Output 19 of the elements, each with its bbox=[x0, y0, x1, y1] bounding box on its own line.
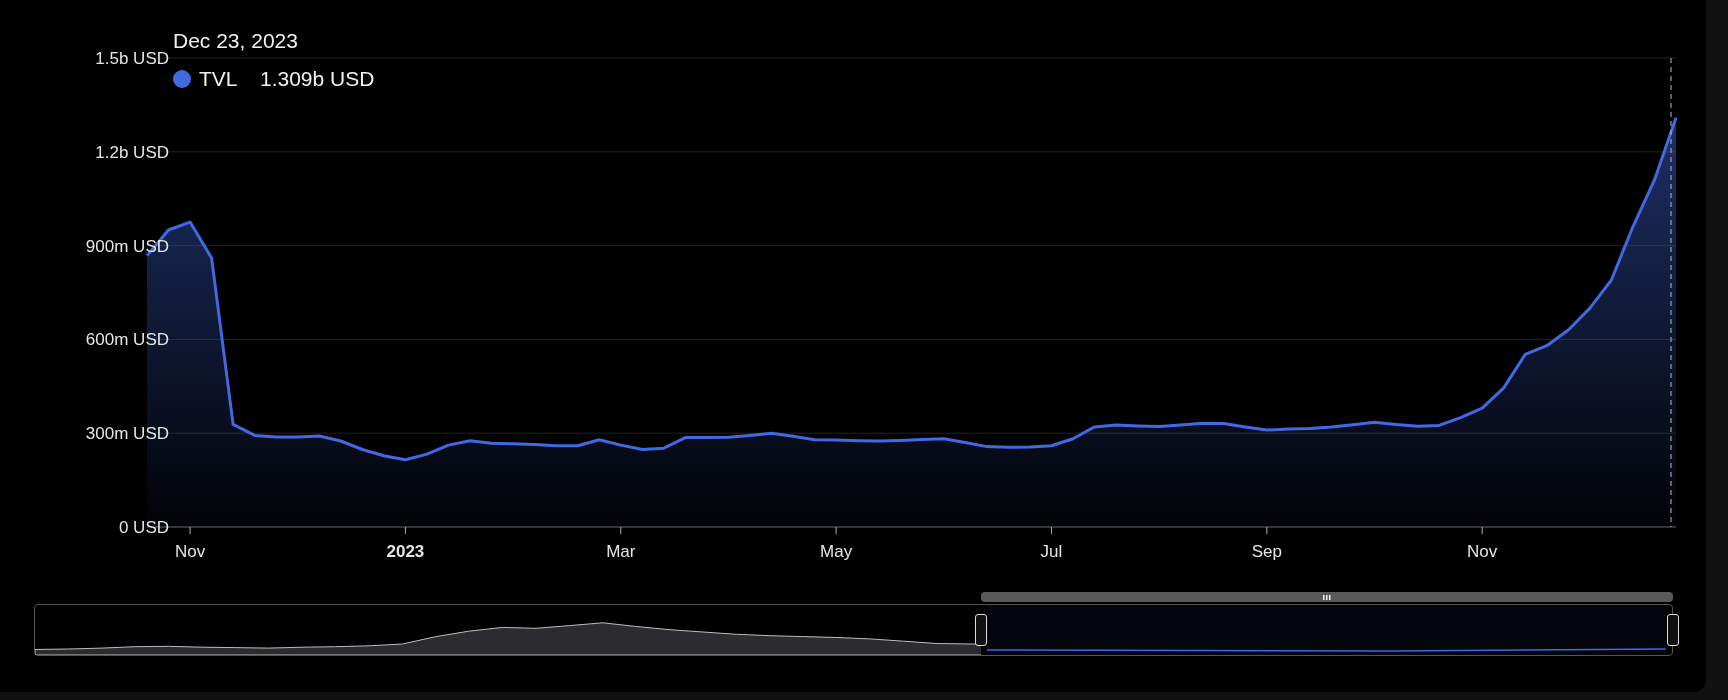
y-axis-label: 0 USD bbox=[118, 518, 169, 537]
grip-icon bbox=[1323, 594, 1332, 600]
y-axis-label: 600m USD bbox=[85, 330, 169, 350]
tooltip-date: Dec 23, 2023 bbox=[173, 29, 298, 52]
x-axis-label: Mar bbox=[606, 542, 636, 561]
slider-handle[interactable] bbox=[975, 614, 988, 646]
y-axis-label: 300m USD bbox=[85, 424, 169, 444]
x-axis-label: Nov bbox=[174, 542, 206, 561]
series-value: 1.309b USD bbox=[260, 67, 375, 90]
x-axis-label: 2023 bbox=[386, 542, 425, 561]
x-axis-label: Jul bbox=[1040, 542, 1063, 561]
range-slider[interactable] bbox=[34, 604, 1673, 656]
slider-handle[interactable] bbox=[1667, 614, 1679, 646]
series-name: TVL bbox=[199, 67, 238, 90]
x-axis-label: Sep bbox=[1251, 542, 1282, 561]
x-axis-label: May bbox=[820, 542, 853, 561]
y-axis-label: 1.5b USD bbox=[95, 49, 169, 68]
y-axis-label: 1.2b USD bbox=[95, 142, 169, 162]
x-axis-label: Nov bbox=[1467, 542, 1498, 561]
